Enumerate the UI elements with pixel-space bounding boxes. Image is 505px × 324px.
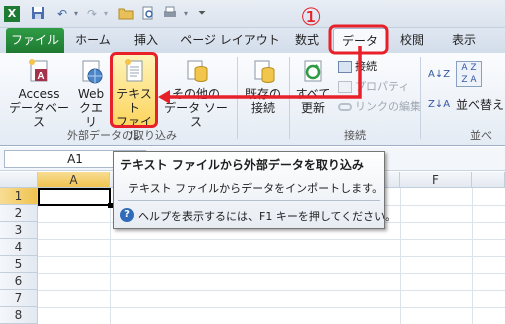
column-header-g[interactable] [472,172,505,188]
select-all-corner[interactable] [0,172,38,188]
tooltip-title: テキスト ファイルから外部データを取り込み [120,158,364,172]
grid-line [38,290,505,291]
row-header-6[interactable]: 6 [0,273,38,290]
active-cell-a1[interactable] [38,188,111,206]
help-icon: ? [120,208,134,222]
grid-line [38,307,505,308]
row-header-5[interactable]: 5 [0,256,38,273]
row-header-3[interactable]: 3 [0,222,38,239]
grid-line [38,273,505,274]
annotation-step-number: ① [300,3,322,31]
row-header-7[interactable]: 7 [0,290,38,307]
row-header-8[interactable]: 8 [0,307,38,324]
grid-line [38,239,505,240]
grid-line [110,188,111,324]
grid-line [400,188,401,324]
column-header-f[interactable]: F [400,172,472,188]
column-header-a[interactable]: A [38,172,110,188]
tooltip-body: テキスト ファイルからデータをインポートします。 [128,182,384,195]
tooltip-help: ヘルプを表示するには、F1 キーを押してください。 [138,210,397,223]
grid-line [472,188,473,324]
tooltip: テキスト ファイルから外部データを取り込み テキスト ファイルからデータをインポ… [113,151,396,229]
grid-line [38,256,505,257]
tooltip-divider [118,200,380,201]
row-header-2[interactable]: 2 [0,205,38,222]
row-header-1[interactable]: 1 [0,188,38,205]
row-header-4[interactable]: 4 [0,239,38,256]
